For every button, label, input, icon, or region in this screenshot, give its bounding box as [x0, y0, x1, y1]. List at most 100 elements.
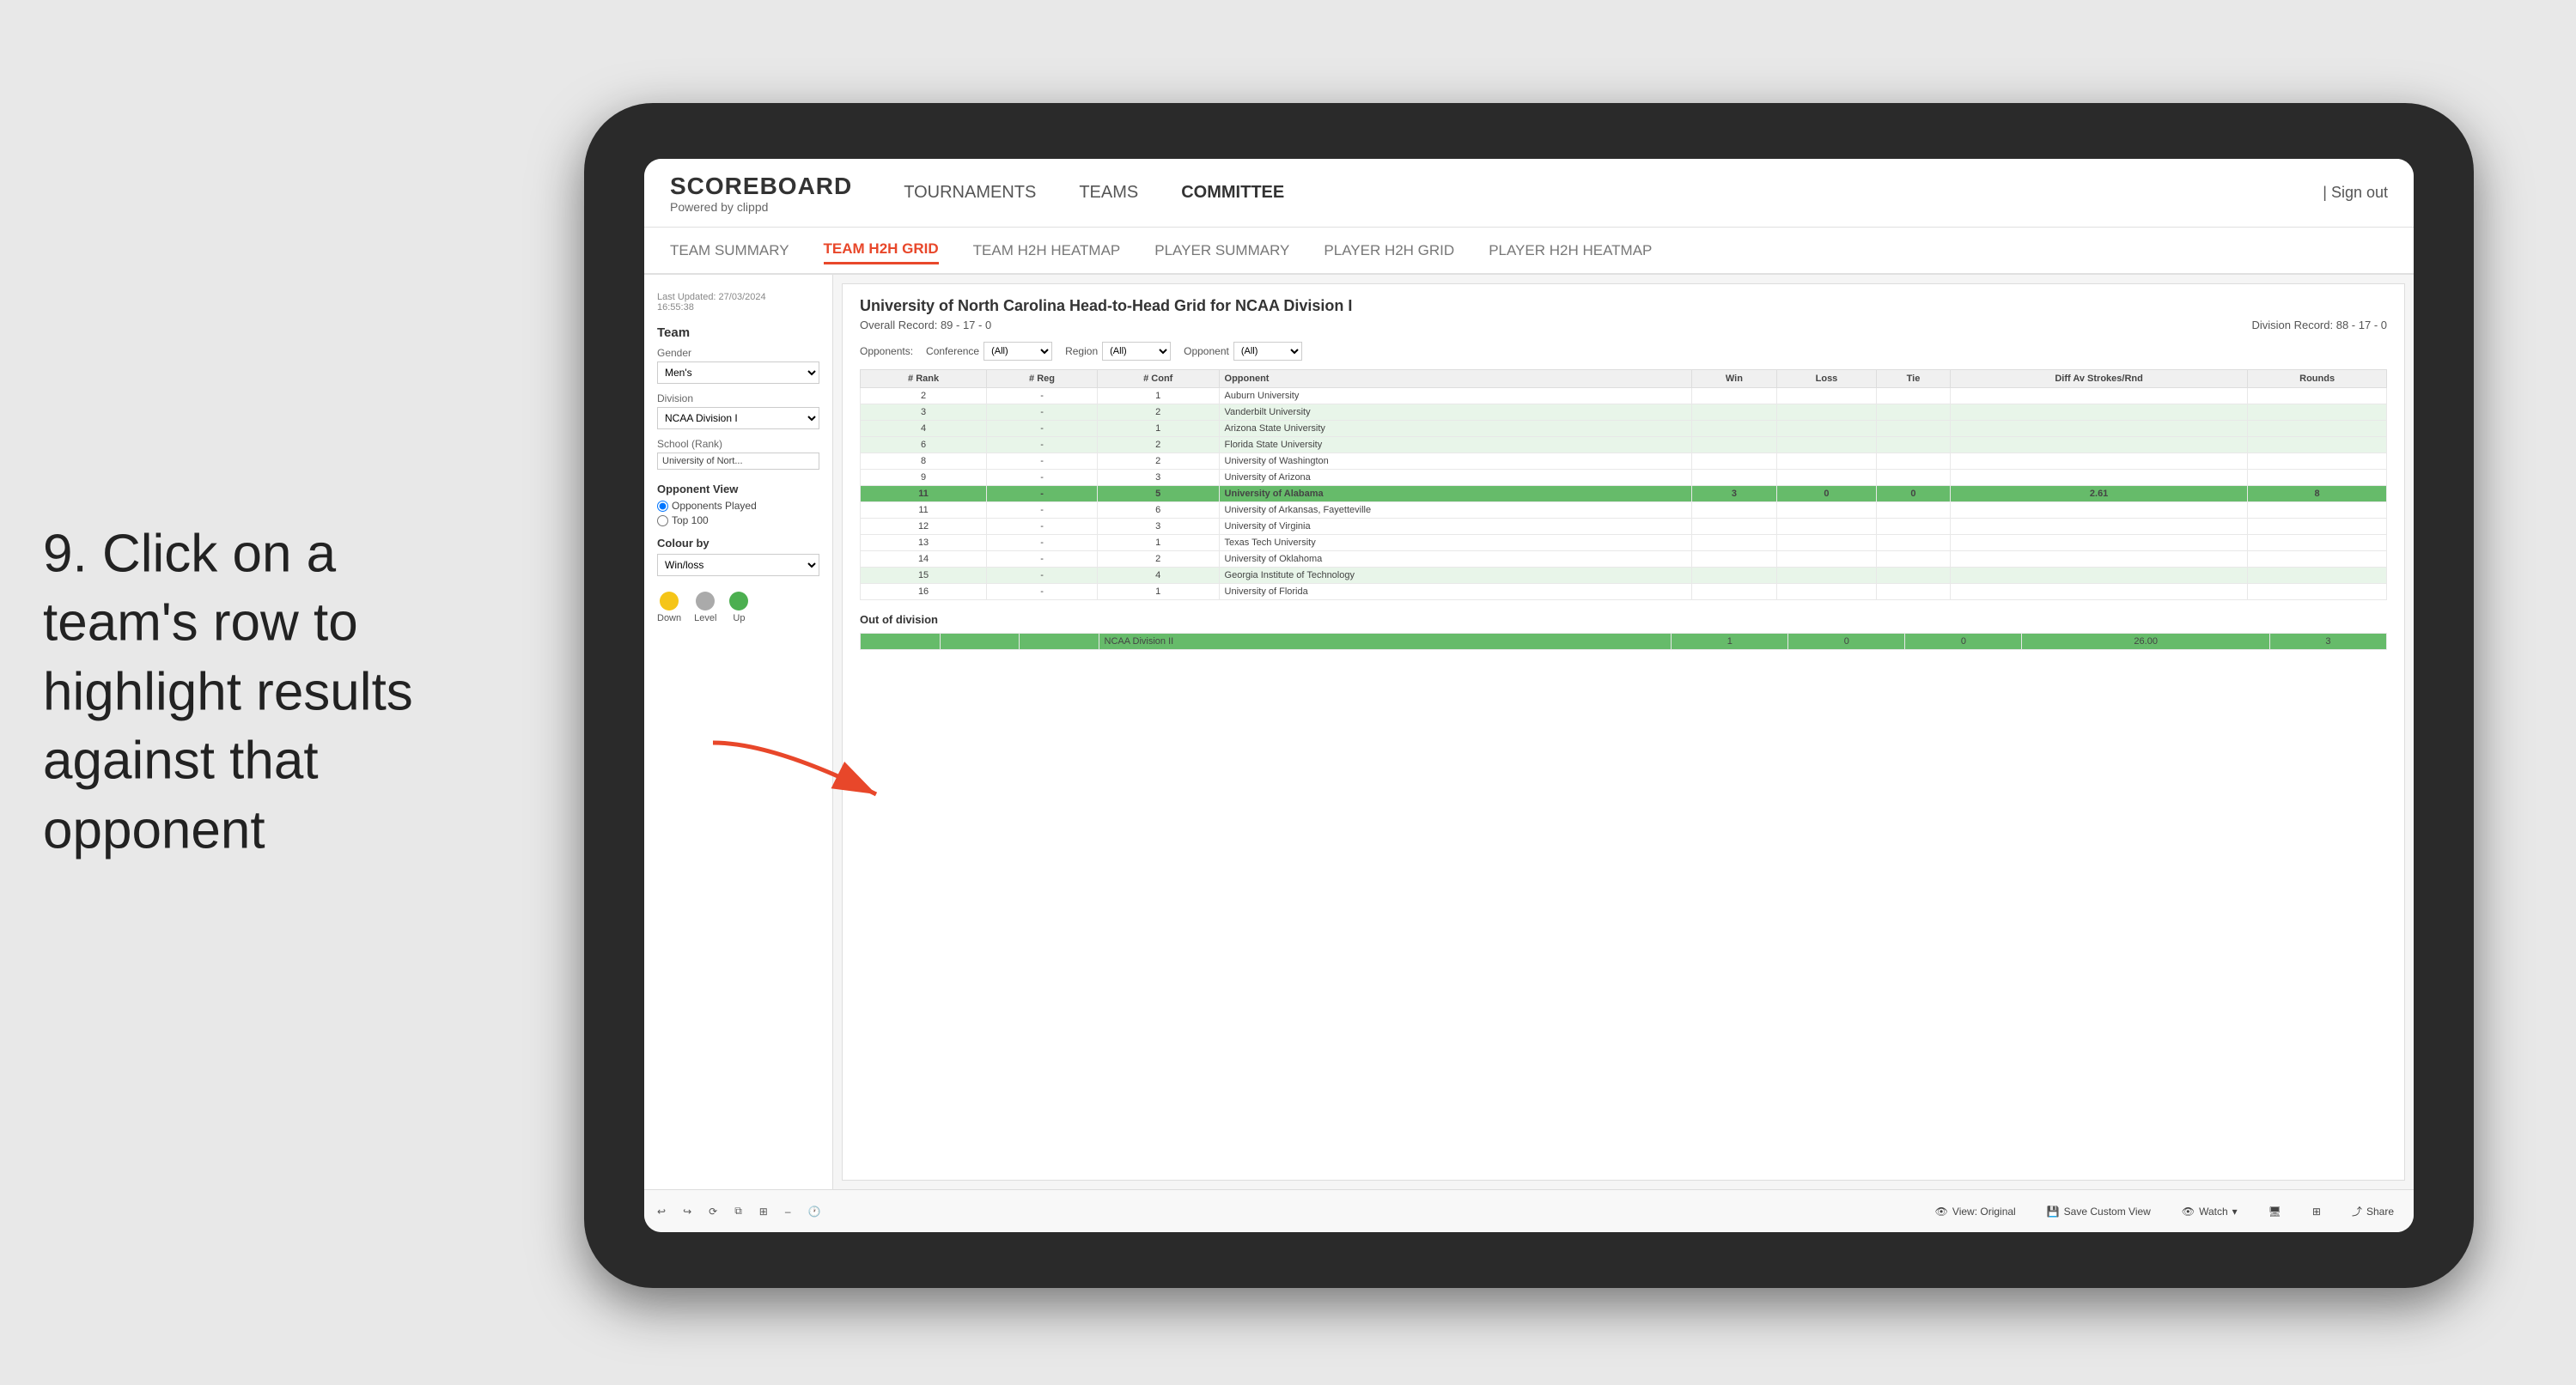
colour-dot-level	[696, 592, 715, 610]
table-row[interactable]: 6-2Florida State University	[861, 437, 2387, 453]
out-of-division-title: Out of division	[860, 613, 2387, 626]
table-row[interactable]: 16-1University of Florida	[861, 584, 2387, 600]
view-original-btn[interactable]: 👁 View: Original	[1928, 1202, 2023, 1221]
records-row: Overall Record: 89 - 17 - 0 Division Rec…	[860, 319, 2387, 331]
save-icon: 💾	[2047, 1206, 2060, 1218]
conference-filter-select[interactable]: (All)	[984, 342, 1052, 361]
division-label: Division	[657, 392, 819, 404]
subnav-player-h2h-heatmap[interactable]: PLAYER H2H HEATMAP	[1489, 238, 1652, 264]
out-win: 1	[1672, 634, 1788, 650]
radio-opponents-played[interactable]: Opponents Played	[657, 500, 819, 512]
table-row[interactable]: 11-5University of Alabama3002.618	[861, 486, 2387, 502]
history-icon[interactable]: ⟳	[709, 1206, 717, 1218]
data-panel: University of North Carolina Head-to-Hea…	[842, 283, 2405, 1181]
division-select[interactable]: NCAA Division I	[657, 407, 819, 429]
colour-dot-up	[729, 592, 748, 610]
out-team-name: NCAA Division II	[1099, 634, 1672, 650]
panel-title: University of North Carolina Head-to-Hea…	[860, 297, 2387, 315]
redo-icon[interactable]: ↪	[683, 1206, 691, 1218]
col-loss: Loss	[1776, 370, 1876, 388]
step-number: 9.	[43, 524, 102, 583]
share-icon: ⤴	[2352, 1204, 2362, 1218]
gender-label: Gender	[657, 347, 819, 359]
division-record: Division Record: 88 - 17 - 0	[2251, 319, 2387, 331]
subnav-team-h2h-heatmap[interactable]: TEAM H2H HEATMAP	[973, 238, 1121, 264]
nav-bar: SCOREBOARD Powered by clippd TOURNAMENTS…	[644, 159, 2414, 228]
subnav-player-h2h-grid[interactable]: PLAYER H2H GRID	[1324, 238, 1454, 264]
nav-tournaments[interactable]: TOURNAMENTS	[904, 179, 1036, 207]
out-diff: 26.00	[2022, 634, 2269, 650]
table-row[interactable]: 2-1Auburn University	[861, 388, 2387, 404]
table-row[interactable]: 13-1Texas Tech University	[861, 535, 2387, 551]
share-btn[interactable]: ⤴ Share	[2345, 1200, 2401, 1222]
colour-by-select[interactable]: Win/loss	[657, 554, 819, 576]
out-conf	[1020, 634, 1099, 650]
school-value[interactable]: University of Nort...	[657, 453, 819, 470]
opponent-view-title: Opponent View	[657, 483, 819, 495]
sign-out[interactable]: | Sign out	[2323, 184, 2388, 202]
logo-sub: Powered by clippd	[670, 200, 852, 214]
table-row[interactable]: 9-3University of Arizona	[861, 470, 2387, 486]
undo-icon[interactable]: ↩	[657, 1206, 666, 1218]
colour-by-label: Colour by	[657, 537, 819, 550]
opponents-filter-label: Opponents:	[860, 345, 913, 357]
table-row[interactable]: 8-2University of Washington	[861, 453, 2387, 470]
col-tie: Tie	[1876, 370, 1950, 388]
col-conf: # Conf	[1097, 370, 1219, 388]
table-header-row: # Rank # Reg # Conf Opponent Win Loss Ti…	[861, 370, 2387, 388]
table-row[interactable]: 15-4Georgia Institute of Technology	[861, 568, 2387, 584]
grid-icon-btn[interactable]: ⊞	[2305, 1202, 2328, 1221]
region-filter: Region (All)	[1065, 342, 1171, 361]
col-diff: Diff Av Strokes/Rnd	[1951, 370, 2248, 388]
out-rank	[861, 634, 941, 650]
scene: 9. Click on a team's row to highlight re…	[0, 0, 2576, 1385]
nav-items: TOURNAMENTS TEAMS COMMITTEE	[904, 179, 2323, 207]
region-filter-select[interactable]: (All)	[1102, 342, 1171, 361]
colour-label-up: Up	[733, 613, 745, 623]
radio-top100[interactable]: Top 100	[657, 514, 819, 526]
table-row[interactable]: 3-2Vanderbilt University	[861, 404, 2387, 421]
nav-committee[interactable]: COMMITTEE	[1181, 179, 1284, 207]
out-tie: 0	[1905, 634, 2022, 650]
h2h-table: # Rank # Reg # Conf Opponent Win Loss Ti…	[860, 369, 2387, 600]
colour-dot-down	[660, 592, 679, 610]
table-row[interactable]: 12-3University of Virginia	[861, 519, 2387, 535]
overall-record: Overall Record: 89 - 17 - 0	[860, 319, 991, 331]
nav-teams[interactable]: TEAMS	[1079, 179, 1138, 207]
table-row[interactable]: 4-1Arizona State University	[861, 421, 2387, 437]
colour-level: Level	[694, 592, 716, 623]
table-row[interactable]: 11-6University of Arkansas, Fayetteville	[861, 502, 2387, 519]
sub-nav: TEAM SUMMARY TEAM H2H GRID TEAM H2H HEAT…	[644, 228, 2414, 275]
main-content: Last Updated: 27/03/2024 16:55:38 Team G…	[644, 275, 2414, 1189]
last-updated: Last Updated: 27/03/2024 16:55:38	[657, 292, 819, 313]
instruction-text: 9. Click on a team's row to highlight re…	[43, 519, 490, 866]
subnav-team-summary[interactable]: TEAM SUMMARY	[670, 238, 789, 264]
subnav-team-h2h-grid[interactable]: TEAM H2H GRID	[824, 236, 939, 264]
subnav-player-summary[interactable]: PLAYER SUMMARY	[1154, 238, 1289, 264]
view-icon: 👁	[1935, 1206, 1948, 1218]
logo-text: SCOREBOARD	[670, 173, 852, 200]
col-opponent: Opponent	[1219, 370, 1691, 388]
out-loss: 0	[1788, 634, 1905, 650]
col-rounds: Rounds	[2248, 370, 2387, 388]
watch-dropdown-icon: ▾	[2232, 1206, 2238, 1218]
opponent-filter-select[interactable]: (All)	[1233, 342, 1302, 361]
colour-label-down: Down	[657, 613, 681, 623]
paste-icon[interactable]: ⊞	[759, 1206, 768, 1218]
copy-icon[interactable]: ⧉	[734, 1205, 742, 1218]
gender-select[interactable]: Men's	[657, 361, 819, 384]
filters-row: Opponents: Conference (All) Region (All)	[860, 342, 2387, 361]
col-reg: # Reg	[987, 370, 1098, 388]
save-custom-view-btn[interactable]: 💾 Save Custom View	[2040, 1202, 2158, 1221]
bottom-toolbar: ↩ ↪ ⟳ ⧉ ⊞ – 🕐 👁 View: Original 💾 Save Cu…	[644, 1189, 2414, 1232]
out-division-row[interactable]: NCAA Division II 1 0 0 26.00 3	[861, 634, 2387, 650]
sidebar: Last Updated: 27/03/2024 16:55:38 Team G…	[644, 275, 833, 1189]
tablet-screen: SCOREBOARD Powered by clippd TOURNAMENTS…	[644, 159, 2414, 1232]
opponent-filter: Opponent (All)	[1184, 342, 1302, 361]
clock-icon[interactable]: 🕐	[808, 1206, 821, 1218]
watch-icon: 👁	[2182, 1206, 2195, 1218]
watch-btn[interactable]: 👁 Watch ▾	[2175, 1202, 2244, 1221]
table-row[interactable]: 14-2University of Oklahoma	[861, 551, 2387, 568]
colour-down: Down	[657, 592, 681, 623]
screen-icon-btn[interactable]: 🖥	[2262, 1202, 2288, 1221]
